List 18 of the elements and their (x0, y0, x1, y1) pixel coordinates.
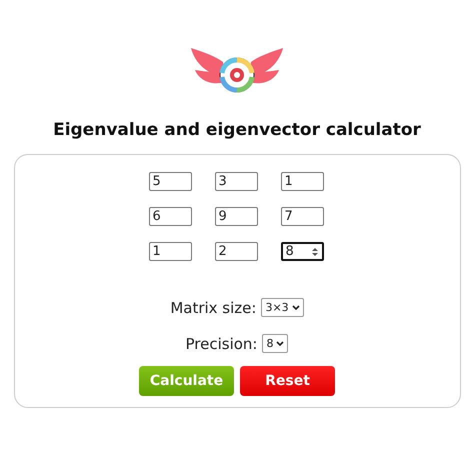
matrix-input[interactable]: 8 (280, 242, 324, 261)
matrix-input[interactable]: 1 (148, 242, 192, 261)
option-label: Matrix size: (170, 298, 256, 316)
option-select[interactable]: 3×3 (261, 298, 304, 317)
matrix-input[interactable]: 3 (214, 172, 258, 191)
reset-button[interactable]: Reset (240, 366, 335, 396)
chevron-down-icon (276, 340, 284, 346)
matrix-input[interactable]: 2 (214, 242, 258, 261)
option-label: Precision: (186, 334, 258, 352)
spinner-icon (310, 246, 318, 256)
matrix-input[interactable]: 1 (280, 172, 324, 191)
chevron-down-icon (292, 304, 300, 310)
matrix-input[interactable]: 7 (280, 207, 324, 226)
page-title: Eigenvalue and eigenvector calculator (53, 120, 421, 140)
matrix-input[interactable]: 9 (214, 207, 258, 226)
matrix-input[interactable]: 6 (148, 207, 192, 226)
matrix-input[interactable]: 5 (148, 172, 192, 191)
option-select[interactable]: 8 (262, 334, 288, 353)
